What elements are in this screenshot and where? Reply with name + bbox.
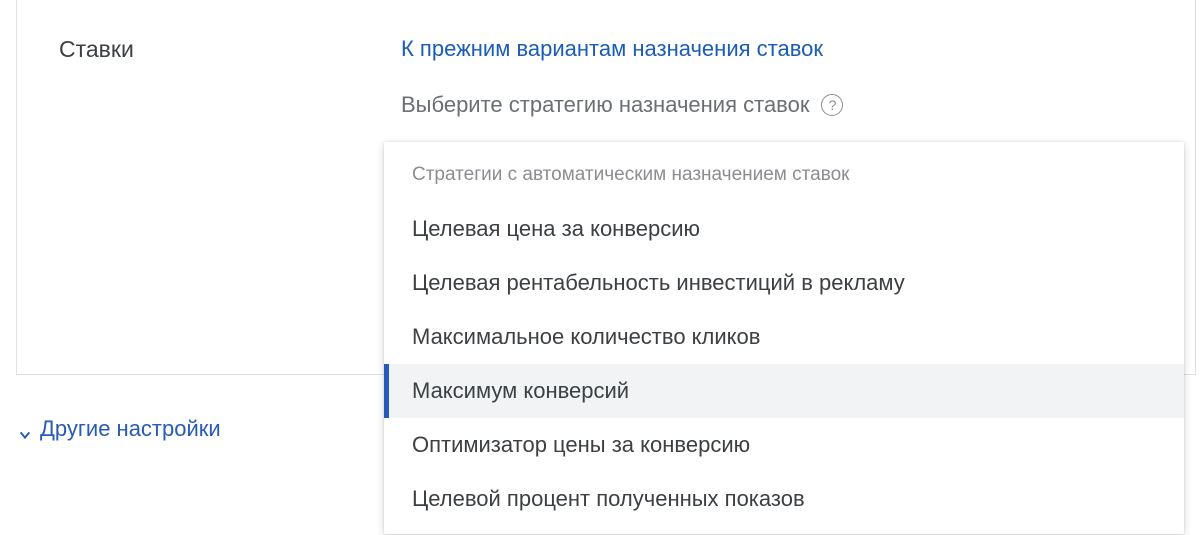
dropdown-item-max-clicks[interactable]: Максимальное количество кликов [384, 310, 1184, 364]
strategy-prompt-text: Выберите стратегию назначения ставок [401, 92, 809, 118]
help-icon[interactable]: ? [821, 94, 843, 116]
dropdown-item-target-cpa[interactable]: Целевая цена за конверсию [384, 202, 1184, 256]
more-settings-toggle[interactable]: Другие настройки [18, 416, 221, 442]
section-label: Ставки [59, 36, 134, 63]
previous-options-link[interactable]: К прежним вариантам назначения ставок [401, 36, 823, 62]
more-settings-label: Другие настройки [40, 416, 221, 442]
strategy-dropdown[interactable]: Стратегии с автоматическим назначением с… [384, 142, 1184, 534]
chevron-down-icon [18, 422, 32, 436]
dropdown-group-label: Стратегии с автоматическим назначением с… [384, 164, 1184, 202]
dropdown-item-target-roas[interactable]: Целевая рентабельность инвестиций в рекл… [384, 256, 1184, 310]
dropdown-item-max-conversions[interactable]: Максимум конверсий [384, 364, 1184, 418]
dropdown-item-enhanced-cpc[interactable]: Оптимизатор цены за конверсию [384, 418, 1184, 472]
strategy-prompt-row: Выберите стратегию назначения ставок ? [401, 92, 843, 118]
dropdown-item-target-impression-share[interactable]: Целевой процент полученных показов [384, 472, 1184, 526]
